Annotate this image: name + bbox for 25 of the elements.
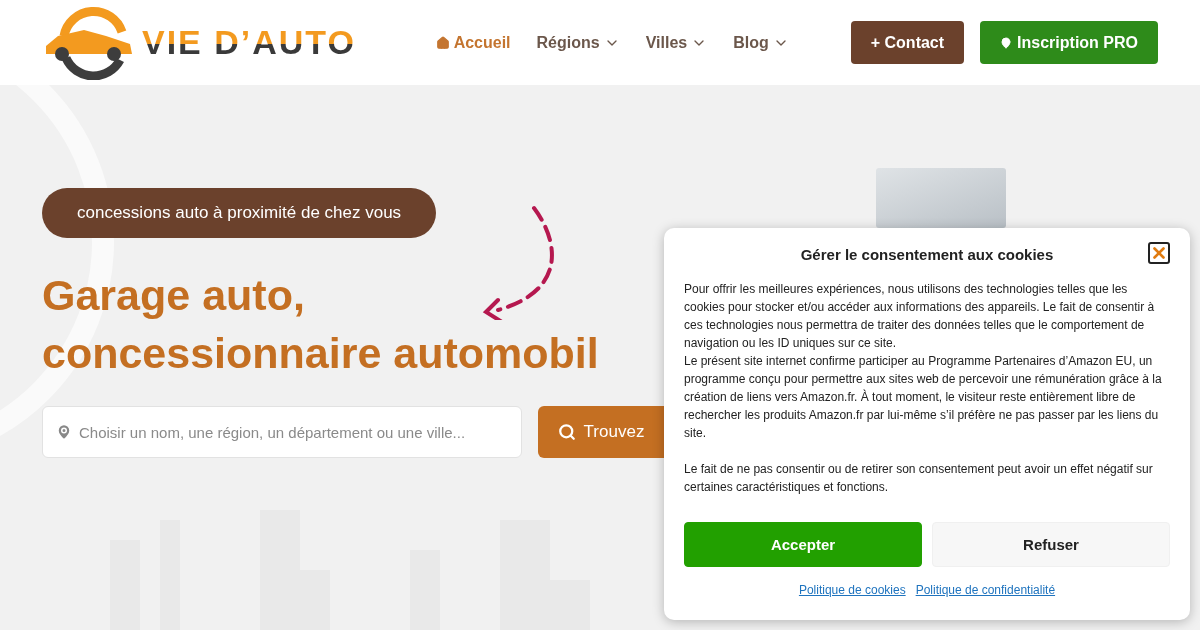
policy-link[interactable]: Politique de confidentialité [915,583,1056,597]
pro-signup-button[interactable]: Inscription PRO [980,21,1158,64]
tagline-pill: concessions auto à proximité de chez vous [42,188,437,238]
policy-link[interactable]: Politique de cookies [798,583,906,597]
dialog-title: Gérer le consentement aux cookies [800,245,1054,263]
nav-link[interactable]: Accueil [435,33,511,52]
refuse-button[interactable]: Refuser [932,522,1170,567]
hero-title: Garage auto, [42,270,305,321]
nav-link[interactable]: Villes [645,33,708,52]
map-pin-icon [55,423,73,441]
close-icon [1150,244,1168,262]
contact-button[interactable]: + Contact [850,21,965,64]
search-field[interactable]: Choisir un nom, une région, un département ou une ville... [42,406,522,458]
consent-text: Pour offrir les meilleures expériences, nous utilisons des technologies telles que les cookies pour stocker et/ou accéder aux informations des appareils. Le fait de consentir à ces technologies nous permettra de traiter des données telles que le comportement de navigation ou les ID uniques sur ce site. [684,281,1156,352]
search-button[interactable]: Trouvez [538,406,664,458]
map-pin-icon [1000,36,1013,49]
nav-link[interactable]: Régions [536,33,620,52]
home-icon [435,35,450,50]
nav-link[interactable]: Blog [733,33,789,52]
hero-title: concessionnaire automobil [42,328,599,379]
consent-text: Le fait de ne pas consentir ou de retirer son consentement peut avoir un effet négatif sur certaines caractéristiques et fonctions. [684,461,1154,496]
consent-text: Le présent site internet confirme participer au Programme Partenaires d’Amazon EU, un programme conçu pour permettre aux sites web de percevoir une rémunération grâce à la création de liens vers Amazon.fr. À tout moment, le visiteur reste entièrement libre de rechercher les produits Amazon.fr par lui-même s’il préfère ne pas passer par les liens du site. [684,353,1163,442]
accept-button[interactable]: Accepter [684,522,922,567]
search-icon [557,423,576,441]
close-button[interactable] [1148,242,1170,264]
